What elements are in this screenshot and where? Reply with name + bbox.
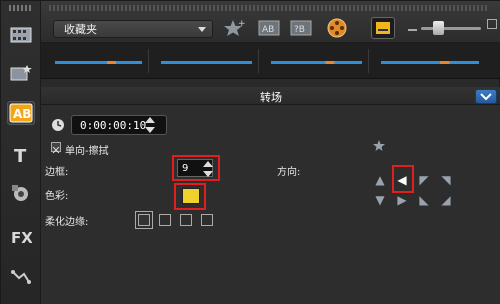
text-t-icon: T: [14, 146, 27, 165]
get-more-button[interactable]: [325, 17, 349, 39]
direction-label: 方向:: [277, 167, 301, 178]
add-to-favorites-button[interactable]: +: [223, 17, 247, 39]
wipe-type-label: 单向-擦拭: [65, 146, 109, 157]
gallery-dropdown-value: 收藏夹: [64, 23, 97, 36]
arrow-down-icon[interactable]: [145, 127, 155, 133]
duration-value: 0:00:00:10: [80, 118, 147, 132]
app-window: AB T FX 收藏夹 + AB ?B 转场 0:00:00:10 单向-擦拭 …: [0, 0, 500, 304]
zoom-in-icon[interactable]: [487, 19, 497, 29]
custom-star-icon[interactable]: [373, 139, 387, 153]
thumbnail-size-slider[interactable]: [421, 27, 481, 30]
border-label: 边框:: [45, 167, 69, 178]
motion-path-icon: [11, 270, 31, 284]
thumbnail-item[interactable]: [49, 49, 149, 73]
title-toggle-icon: [376, 22, 390, 34]
thumbnail-item[interactable]: [155, 49, 259, 73]
soften-strong-option[interactable]: [201, 214, 213, 226]
thumbnail-item[interactable]: [375, 49, 485, 73]
path-button[interactable]: [7, 265, 35, 289]
direction-up-right-icon[interactable]: ◥: [439, 173, 453, 187]
transition-options-panel: 0:00:00:10 单向-擦拭 边框: 9 色彩: 柔化边缘: 方向: ▲ ◀…: [41, 105, 500, 304]
soften-none-option[interactable]: [135, 211, 153, 229]
gallery-dropdown[interactable]: 收藏夹: [53, 20, 213, 38]
svg-text:AB: AB: [262, 25, 274, 35]
thumbnail-progress: [381, 61, 479, 64]
filter-button[interactable]: FX: [7, 225, 35, 249]
options-header: 转场: [41, 87, 500, 105]
highlight-box: [392, 165, 414, 193]
graphics-button[interactable]: [7, 181, 35, 205]
thumbnail-progress: [55, 61, 142, 64]
star-add-icon: +: [224, 19, 246, 36]
show-title-button[interactable]: [371, 17, 395, 39]
direction-down-left-icon[interactable]: ◣: [417, 193, 431, 207]
film-icon: [10, 27, 32, 43]
transition-thumbnail-strip: [41, 43, 500, 79]
fx-icon: FX: [11, 229, 32, 246]
apply-to-all-button[interactable]: AB: [257, 17, 281, 39]
media-library-button[interactable]: [7, 23, 35, 47]
collapse-options-button[interactable]: [475, 89, 497, 104]
instant-project-button[interactable]: [7, 61, 35, 85]
chevron-down-icon: [480, 92, 492, 100]
svg-text:T: T: [14, 146, 27, 165]
apply-ab-icon: AB: [258, 20, 280, 36]
thumbnail-progress: [161, 61, 252, 64]
highlight-box: [172, 155, 220, 181]
graphics-gear-icon: [12, 185, 28, 201]
slider-handle[interactable]: [433, 21, 444, 35]
thumbnail-item[interactable]: [265, 49, 369, 73]
checkbox-mark-icon: [52, 146, 60, 154]
clock-icon: [52, 119, 64, 131]
wipe-checkbox[interactable]: [51, 142, 61, 154]
soften-edge-label: 柔化边缘:: [45, 217, 89, 228]
color-label: 色彩:: [45, 191, 69, 202]
thumbnail-progress: [271, 61, 362, 64]
chevron-down-icon: [198, 27, 206, 32]
duration-spinner[interactable]: [145, 117, 155, 133]
film-reel-icon: [327, 18, 347, 38]
direction-up-icon[interactable]: ▲: [373, 173, 387, 187]
title-button[interactable]: T: [7, 143, 35, 167]
svg-text:FX: FX: [11, 229, 32, 246]
ab-transition-icon: AB: [9, 103, 33, 123]
svg-text:AB: AB: [13, 107, 31, 121]
arrow-up-icon[interactable]: [145, 117, 155, 123]
zoom-out-icon[interactable]: [408, 21, 417, 31]
transition-button[interactable]: AB: [7, 101, 35, 125]
direction-right-icon[interactable]: ▶: [395, 193, 409, 207]
soften-medium-option[interactable]: [180, 214, 192, 226]
left-sidebar: AB T FX: [1, 1, 41, 304]
sidebar-grip[interactable]: [9, 5, 33, 11]
soften-weak-option[interactable]: [159, 214, 171, 226]
direction-down-icon[interactable]: ▼: [373, 193, 387, 207]
toolbar-grip: [49, 5, 489, 11]
section-title: 转场: [260, 91, 282, 104]
svg-text:?B: ?B: [294, 25, 305, 35]
apply-random-button[interactable]: ?B: [289, 17, 313, 39]
film-star-icon: [10, 65, 32, 81]
svg-text:+: +: [238, 19, 246, 29]
direction-up-left-icon[interactable]: ◤: [417, 173, 431, 187]
direction-down-right-icon[interactable]: ◢: [439, 193, 453, 207]
top-toolbar: 收藏夹 + AB ?B: [41, 1, 500, 43]
highlight-box: [174, 183, 206, 210]
random-ab-icon: ?B: [290, 20, 312, 36]
